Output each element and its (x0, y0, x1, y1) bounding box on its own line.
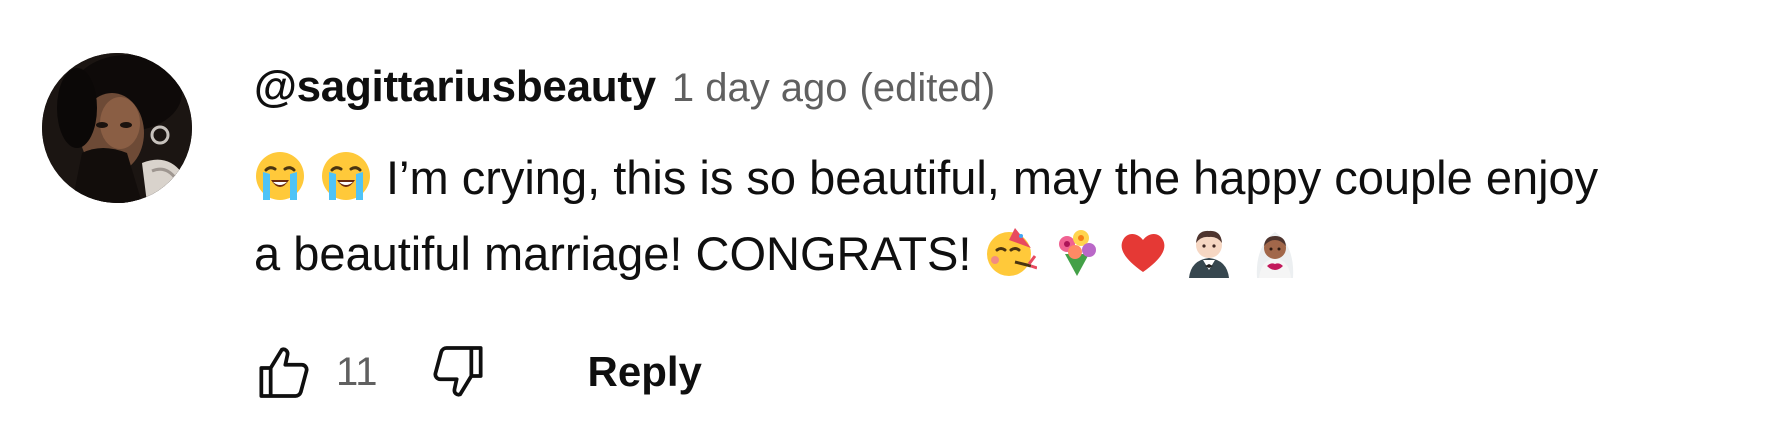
thumbs-up-icon (259, 347, 309, 398)
person-with-veil-emoji (1249, 226, 1301, 278)
comment-line-1: I’m crying, this is so beautiful, may th… (254, 140, 1764, 216)
avatar-image (42, 53, 192, 203)
author-name[interactable]: @sagittariusbeauty (254, 62, 656, 112)
person-in-tuxedo-emoji (1183, 226, 1235, 278)
partying-face-emoji (985, 226, 1037, 278)
thumbs-down-icon (433, 346, 483, 397)
comment-thread: @sagittariusbeauty 1 day ago (edited) I’… (0, 0, 1777, 432)
comment-text-line-1: I’m crying, this is so beautiful, may th… (386, 151, 1599, 204)
edited-label: (edited) (859, 66, 996, 110)
loudly-crying-face-emoji (254, 150, 306, 202)
comment-body: I’m crying, this is so beautiful, may th… (254, 140, 1764, 292)
loudly-crying-face-emoji (320, 150, 372, 202)
red-heart-emoji (1117, 226, 1169, 278)
dislike-button[interactable] (420, 334, 496, 410)
avatar[interactable] (42, 53, 192, 203)
reply-button[interactable]: Reply (588, 348, 702, 396)
comment-timestamp[interactable]: 1 day ago (edited) (672, 66, 995, 111)
comment-line-2: a beautiful marriage! CONGRATS! (254, 216, 1764, 292)
like-button[interactable] (246, 334, 322, 410)
timestamp-text[interactable]: 1 day ago (672, 66, 848, 110)
comment-action-bar: 11 Reply (246, 334, 702, 410)
comment-header: @sagittariusbeauty 1 day ago (edited) (254, 62, 995, 118)
comment-text-line-2: a beautiful marriage! CONGRATS! (254, 227, 972, 280)
bouquet-emoji (1051, 226, 1103, 278)
like-count: 11 (336, 349, 378, 394)
